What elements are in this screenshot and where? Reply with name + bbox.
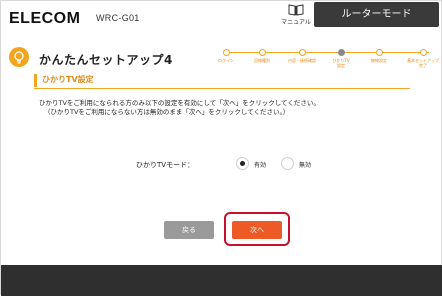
step-dot xyxy=(222,49,230,56)
radio-enable[interactable] xyxy=(236,157,249,170)
step-dot xyxy=(375,49,383,56)
step-complete: 基本セットアップ 完了 xyxy=(407,49,439,68)
wizard-progress: ログイン 回線種別 内容・接続確認 ひかりTV 設定 無線設定 基本セットアップ… xyxy=(214,47,439,75)
router-mode-tab[interactable]: ルーターモード xyxy=(314,2,439,27)
radio-disable[interactable] xyxy=(281,157,294,170)
manual-button[interactable]: マニュアル xyxy=(276,4,316,26)
hikari-tv-mode-row: ひかりTVモード： 有効 無効 xyxy=(1,157,442,177)
step-label: ひかりTV 設定 xyxy=(332,58,350,68)
radio-disable-label[interactable]: 無効 xyxy=(299,160,311,169)
section-description: ひかりTVをご利用になられる方のみ以下の設定を有効にして「次へ」をクリックしてく… xyxy=(39,99,419,117)
description-line: ひかりTVをご利用になられる方のみ以下の設定を有効にして「次へ」をクリックしてく… xyxy=(39,99,320,107)
section-title: ひかりTV設定 xyxy=(42,75,94,84)
hikari-tv-mode-label: ひかりTVモード： xyxy=(136,161,195,169)
step-label: 回線種別 xyxy=(254,58,270,63)
step-line-type: 回線種別 xyxy=(246,49,278,63)
next-button-highlight: 次へ xyxy=(224,212,290,246)
page-title: かんたんセットアップ4 xyxy=(39,53,173,67)
manual-label: マニュアル xyxy=(281,19,311,26)
step-confirm: 内容・接続確認 xyxy=(286,49,318,63)
book-icon xyxy=(288,4,304,16)
back-button[interactable]: 戻る xyxy=(164,221,214,239)
step-label: 無線設定 xyxy=(371,58,387,63)
section-header: ひかりTV設定 xyxy=(34,74,410,89)
footer-bar xyxy=(1,265,442,296)
step-dot xyxy=(419,49,427,56)
radio-enable-label[interactable]: 有効 xyxy=(254,160,266,169)
step-dot xyxy=(298,49,306,56)
header: ELECOM WRC-G01 マニュアル ルーターモード xyxy=(1,1,442,35)
brand-logo: ELECOM xyxy=(9,10,81,27)
router-setup-window: ELECOM WRC-G01 マニュアル ルーターモード かんたんセットアップ4 xyxy=(0,0,442,296)
step-label: 基本セットアップ 完了 xyxy=(407,58,439,68)
lightbulb-icon xyxy=(9,47,29,67)
wizard-title-row: かんたんセットアップ4 ログイン 回線種別 内容・接続確認 ひかりTV 設定 無… xyxy=(1,43,442,75)
step-dot xyxy=(258,49,266,56)
section-accent-bar xyxy=(34,74,37,87)
model-name: WRC-G01 xyxy=(96,13,140,23)
step-dot xyxy=(337,49,345,56)
description-note: （ひかりTVをご利用にならない方は無効のまま「次へ」をクリックしてください。） xyxy=(44,108,290,116)
step-wireless: 無線設定 xyxy=(363,49,395,63)
step-login: ログイン xyxy=(210,49,242,63)
step-hikari-tv: ひかりTV 設定 xyxy=(325,49,357,68)
step-label: 内容・接続確認 xyxy=(288,58,316,63)
step-label: ログイン xyxy=(218,58,234,63)
next-button[interactable]: 次へ xyxy=(232,221,282,239)
